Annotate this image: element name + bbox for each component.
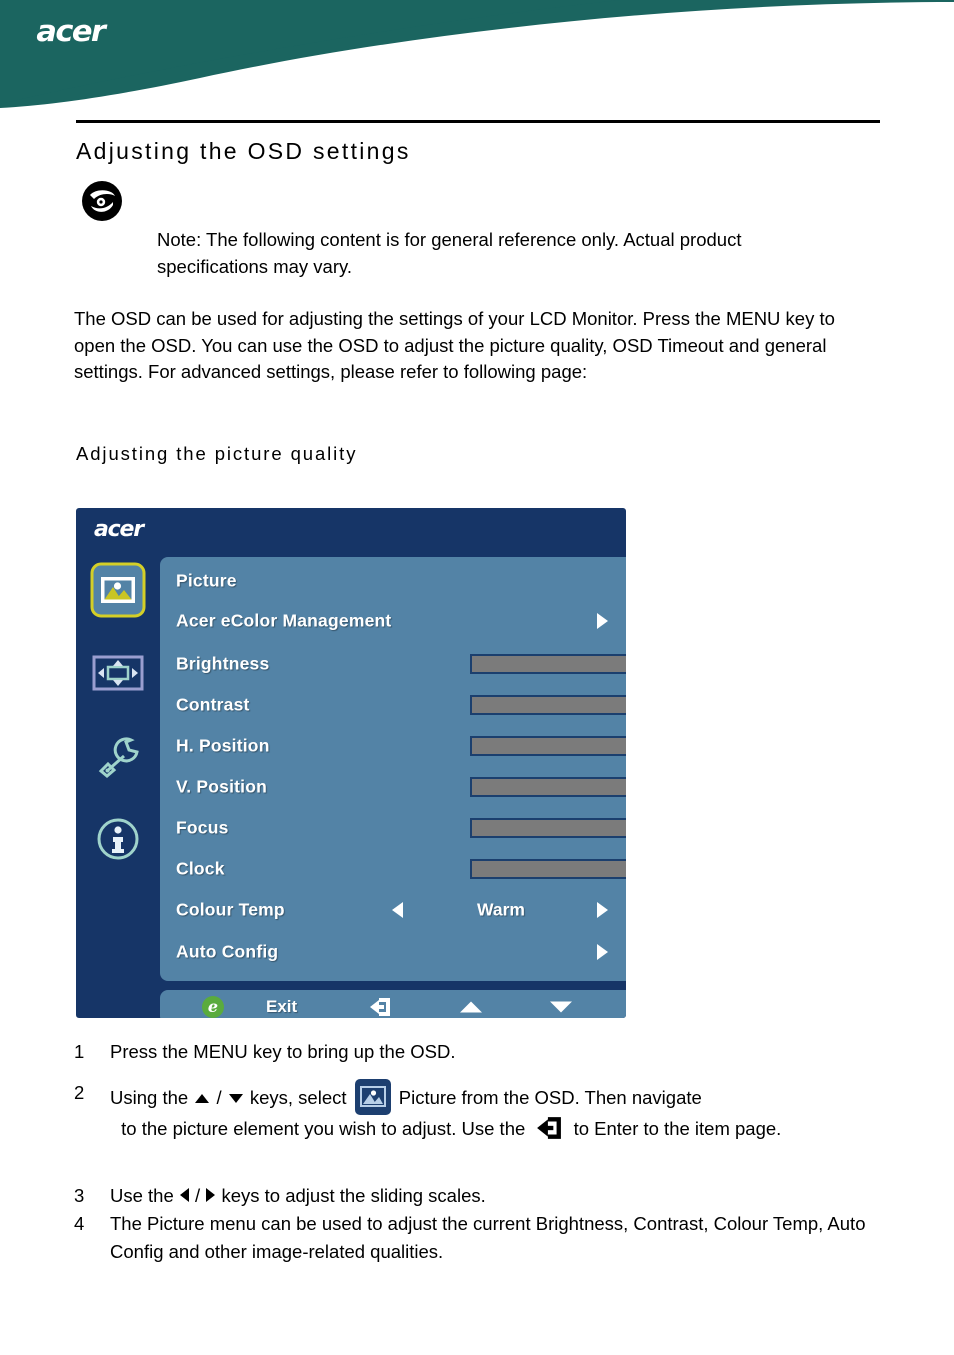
exit-label[interactable]: Exit	[266, 997, 297, 1017]
arrow-right-icon[interactable]	[597, 902, 608, 918]
h-position-slider[interactable]	[470, 736, 626, 756]
step-number: 2	[74, 1082, 85, 1103]
step2-part3: keys, select	[249, 1087, 347, 1108]
step-text: Press the MENU key to bring up the OSD.	[110, 1041, 456, 1062]
arrow-up-icon[interactable]	[460, 1001, 482, 1013]
sidebar-item-information[interactable]	[90, 811, 146, 867]
osd-row-picture: Picture	[160, 561, 626, 601]
position-icon	[92, 655, 144, 691]
sidebar-item-position[interactable]	[90, 645, 146, 701]
step2-part4: Picture from the OSD. Then navigate	[398, 1087, 702, 1108]
focus-slider[interactable]	[470, 818, 626, 838]
osd-row-label: Focus	[176, 817, 229, 838]
osd-row-value: Warm	[477, 899, 525, 920]
osd-row-auto-config[interactable]: Auto Config	[160, 932, 626, 972]
arrow-down-icon[interactable]	[550, 1001, 572, 1013]
step3-part1: Use the	[110, 1185, 174, 1206]
wrench-setting-icon	[98, 737, 139, 778]
osd-row-label: H. Position	[176, 735, 270, 756]
step-number: 4	[74, 1213, 85, 1234]
contrast-slider[interactable]	[470, 695, 626, 715]
osd-content-panel: Picture Acer eColor Management Brightnes…	[160, 557, 626, 981]
arrow-right-icon	[206, 1188, 216, 1202]
enter-icon	[537, 1117, 562, 1139]
arrow-down-icon	[228, 1094, 243, 1103]
osd-row-label: Acer eColor Management	[176, 610, 392, 631]
step3-part2: /	[195, 1185, 201, 1206]
step-4: 4 The Picture menu can be used to adjust…	[74, 1210, 884, 1266]
page-header-banner: acer	[0, 0, 954, 110]
chevron-right-icon	[597, 944, 608, 960]
title-divider	[76, 120, 880, 123]
clock-slider[interactable]	[470, 859, 626, 879]
step-text: Use the / keys to adjust the sliding sca…	[110, 1182, 884, 1210]
arrow-left-icon	[179, 1188, 189, 1202]
step-2: 2 Using the / keys, select Picture from …	[74, 1079, 884, 1143]
step-number: 3	[74, 1185, 85, 1206]
step2-part2: /	[216, 1087, 222, 1108]
osd-row-label: Brightness	[176, 653, 270, 674]
osd-row-ecolor[interactable]: Acer eColor Management	[160, 601, 626, 641]
osd-row-clock[interactable]: Clock 50	[160, 849, 626, 889]
acer-e-icon: e	[202, 996, 224, 1018]
chevron-right-icon	[597, 613, 608, 629]
osd-acer-logo: acer	[94, 517, 144, 542]
note-text: Note: The following content is for gener…	[157, 229, 742, 277]
step-text: Using the / keys, select Picture from th…	[110, 1079, 884, 1143]
osd-row-label: Picture	[176, 570, 237, 591]
enter-icon[interactable]	[368, 995, 392, 1018]
picture-icon	[354, 1079, 391, 1115]
picture-icon	[90, 562, 146, 618]
osd-footer-bar: e Exit	[160, 990, 626, 1018]
information-icon	[97, 818, 139, 860]
step-text: The Picture menu can be used to adjust t…	[110, 1213, 866, 1262]
osd-menu-panel: acer Picture Acer eColor Management Brig…	[76, 508, 626, 1018]
v-position-slider[interactable]	[470, 777, 626, 797]
acer-logo: acer	[36, 14, 106, 48]
step-1: 1 Press the MENU key to bring up the OSD…	[74, 1038, 884, 1066]
osd-row-label: Colour Temp	[176, 899, 285, 920]
header-curve-shape	[0, 0, 954, 108]
osd-sidebar	[76, 557, 160, 1018]
osd-row-colour-temp[interactable]: Colour Temp Warm	[160, 890, 626, 930]
intro-paragraph: The OSD can be used for adjusting the se…	[74, 308, 835, 382]
osd-row-label: Clock	[176, 858, 225, 879]
step-number: 1	[74, 1041, 85, 1062]
brightness-slider[interactable]	[470, 654, 626, 674]
osd-row-label: V. Position	[176, 776, 268, 797]
sidebar-item-picture[interactable]	[90, 562, 146, 618]
osd-row-label: Contrast	[176, 694, 250, 715]
osd-row-focus[interactable]: Focus 70	[160, 808, 626, 848]
arrow-up-icon	[195, 1094, 210, 1103]
step2-part5: to the picture element you wish to adjus…	[121, 1118, 526, 1139]
osd-row-brightness[interactable]: Brightness 70	[160, 644, 626, 684]
step-3: 3 Use the / keys to adjust the sliding s…	[74, 1182, 884, 1210]
arrow-left-icon[interactable]	[392, 902, 403, 918]
step2-part1: Using the	[110, 1087, 189, 1108]
acer-note-icon	[80, 178, 126, 224]
page-title: Adjusting the OSD settings	[76, 138, 411, 164]
sidebar-item-setting[interactable]	[90, 728, 146, 784]
osd-row-v-position[interactable]: V. Position 50	[160, 767, 626, 807]
osd-row-h-position[interactable]: H. Position 20	[160, 726, 626, 766]
step2-part6: to Enter to the item page.	[573, 1118, 782, 1139]
step3-part3: keys to adjust the sliding scales.	[221, 1185, 486, 1206]
osd-row-contrast[interactable]: Contrast 50	[160, 685, 626, 725]
section-subtitle: Adjusting the picture quality	[76, 443, 358, 464]
osd-row-label: Auto Config	[176, 941, 279, 962]
